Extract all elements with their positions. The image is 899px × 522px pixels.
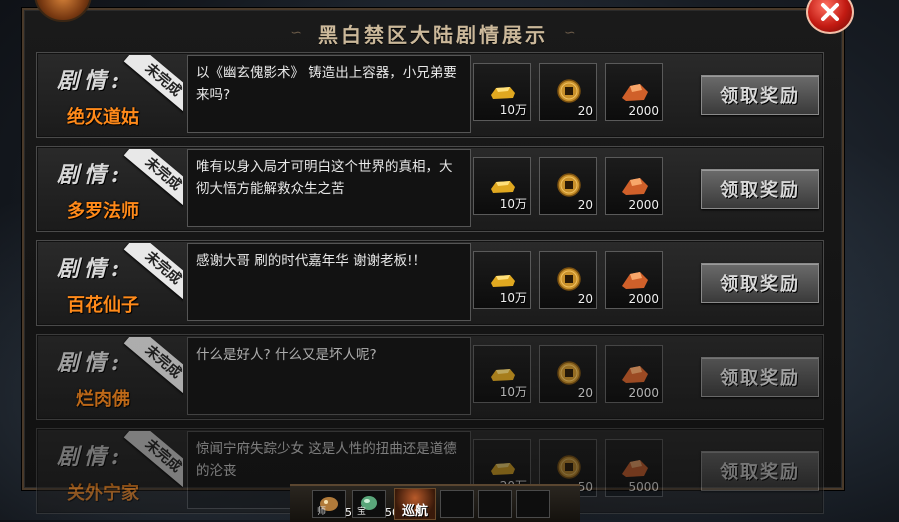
story-label: 剧情: xyxy=(57,256,125,282)
quest-description: 以《幽玄傀影术》 铸造出上容器，小兄弟要来吗? xyxy=(187,55,471,133)
quest-list: 剧情: 绝灭道姑 未完成 以《幽玄傀影术》 铸造出上容器，小兄弟要来吗? 10万 20 20… xyxy=(36,52,824,522)
panel-title: 黑白禁区大陆剧情展示 xyxy=(318,22,548,47)
quest-description: 唯有以身入局才可明白这个世界的真相，大彻大悟方能解救众生之苦 xyxy=(187,149,471,227)
claim-reward-button[interactable]: 领取奖励 xyxy=(701,451,819,491)
fire-shard-icon xyxy=(622,178,648,195)
copper-coin-icon xyxy=(557,455,581,479)
story-label: 剧情: xyxy=(57,350,125,376)
claim-reward-button[interactable]: 领取奖励 xyxy=(701,357,819,397)
quest-description: 感谢大哥 刷的时代嘉年华 谢谢老板!！ xyxy=(187,243,471,321)
toolbar-slot-pet[interactable]: 师 50 xyxy=(312,490,359,519)
toolbar-slot-empty[interactable] xyxy=(478,490,512,518)
reward-amount: 2000 xyxy=(628,104,659,118)
toolbar-slot-jade[interactable]: 宝 50 xyxy=(352,490,399,519)
reward-amount: 50 xyxy=(577,480,593,494)
reward-slot[interactable]: 2000 xyxy=(605,251,663,309)
reward-amount: 20 xyxy=(577,292,593,306)
reward-amount: 2000 xyxy=(628,292,659,306)
quest-badge: 剧情: 绝灭道姑 未完成 xyxy=(43,55,183,135)
reward-amount: 2000 xyxy=(628,198,659,212)
reward-slot[interactable]: 10万 xyxy=(473,63,531,121)
reward-slot[interactable]: 20 xyxy=(539,63,597,121)
quest-badge: 剧情: 多罗法师 未完成 xyxy=(43,149,183,229)
reward-slot[interactable]: 10万 xyxy=(473,157,531,215)
fire-shard-icon xyxy=(622,272,648,289)
npc-name: 绝灭道姑 xyxy=(67,107,139,128)
claim-reward-button[interactable]: 领取奖励 xyxy=(701,263,819,303)
fire-shard-icon xyxy=(622,84,648,101)
claim-reward-button[interactable]: 领取奖励 xyxy=(701,169,819,209)
copper-coin-icon xyxy=(557,361,581,385)
reward-slot[interactable]: 20 xyxy=(539,345,597,403)
close-icon xyxy=(821,3,839,21)
toolbar-slot-empty[interactable] xyxy=(516,490,550,518)
quest-row: 剧情: 百花仙子 未完成 感谢大哥 刷的时代嘉年华 谢谢老板!！ 10万 20 2000 领取… xyxy=(36,240,824,326)
npc-name: 多罗法师 xyxy=(67,201,139,222)
copper-coin-icon xyxy=(557,267,581,291)
reward-amount: 5000 xyxy=(628,480,659,494)
reward-amount: 10万 xyxy=(499,197,527,211)
npc-name: 关外宁家 xyxy=(67,483,139,504)
story-label: 剧情: xyxy=(57,444,125,470)
npc-name: 百花仙子 xyxy=(67,295,139,316)
story-label: 剧情: xyxy=(57,68,125,94)
reward-slot[interactable]: 2000 xyxy=(605,345,663,403)
toolbar-slot-tag: 师 xyxy=(317,507,327,517)
reward-amount: 10万 xyxy=(499,385,527,399)
fire-shard-icon xyxy=(622,366,648,383)
title-ornament-right-icon: ∽ xyxy=(564,25,576,41)
reward-amount: 20 xyxy=(577,198,593,212)
quest-panel: ∽ 黑白禁区大陆剧情展示 ∽ 剧情: 绝灭道姑 未完成 以《幽玄傀影术》 铸造出上容器… xyxy=(22,0,844,514)
reward-amount: 20 xyxy=(577,386,593,400)
copper-coin-icon xyxy=(557,173,581,197)
reward-slot[interactable]: 10万 xyxy=(473,251,531,309)
claim-reward-button[interactable]: 领取奖励 xyxy=(701,75,819,115)
reward-amount: 2000 xyxy=(628,386,659,400)
quest-badge: 剧情: 关外宁家 未完成 xyxy=(43,431,183,511)
reward-slot[interactable]: 2000 xyxy=(605,63,663,121)
title-ornament-left-icon: ∽ xyxy=(290,25,302,41)
quest-badge: 剧情: 烂肉佛 未完成 xyxy=(43,337,183,417)
quest-badge: 剧情: 百花仙子 未完成 xyxy=(43,243,183,323)
patrol-button[interactable]: 巡航 xyxy=(394,488,436,520)
reward-slot[interactable]: 20 xyxy=(539,157,597,215)
toolbar-slot-tag: 宝 xyxy=(357,507,367,517)
bottom-toolbar: 师 50 宝 50 巡航 xyxy=(290,484,580,522)
reward-slot[interactable]: 20 xyxy=(539,251,597,309)
quest-row: 剧情: 绝灭道姑 未完成 以《幽玄傀影术》 铸造出上容器，小兄弟要来吗? 10万 20 20… xyxy=(36,52,824,138)
quest-row: 剧情: 烂肉佛 未完成 什么是好人? 什么又是坏人呢? 10万 20 2000 领取奖励 xyxy=(36,334,824,420)
npc-name: 烂肉佛 xyxy=(76,389,130,410)
fire-shard-icon xyxy=(622,460,648,477)
reward-slot[interactable]: 5000 xyxy=(605,439,663,497)
reward-amount: 20 xyxy=(577,104,593,118)
quest-description: 什么是好人? 什么又是坏人呢? xyxy=(187,337,471,415)
story-label: 剧情: xyxy=(57,162,125,188)
title-bar: ∽ 黑白禁区大陆剧情展示 ∽ xyxy=(24,16,842,50)
toolbar-slot-empty[interactable] xyxy=(440,490,474,518)
quest-row: 剧情: 多罗法师 未完成 唯有以身入局才可明白这个世界的真相，大彻大悟方能解救众生之苦… xyxy=(36,146,824,232)
reward-amount: 10万 xyxy=(499,291,527,305)
copper-coin-icon xyxy=(557,79,581,103)
reward-slot[interactable]: 10万 xyxy=(473,345,531,403)
reward-slot[interactable]: 2000 xyxy=(605,157,663,215)
reward-amount: 10万 xyxy=(499,103,527,117)
